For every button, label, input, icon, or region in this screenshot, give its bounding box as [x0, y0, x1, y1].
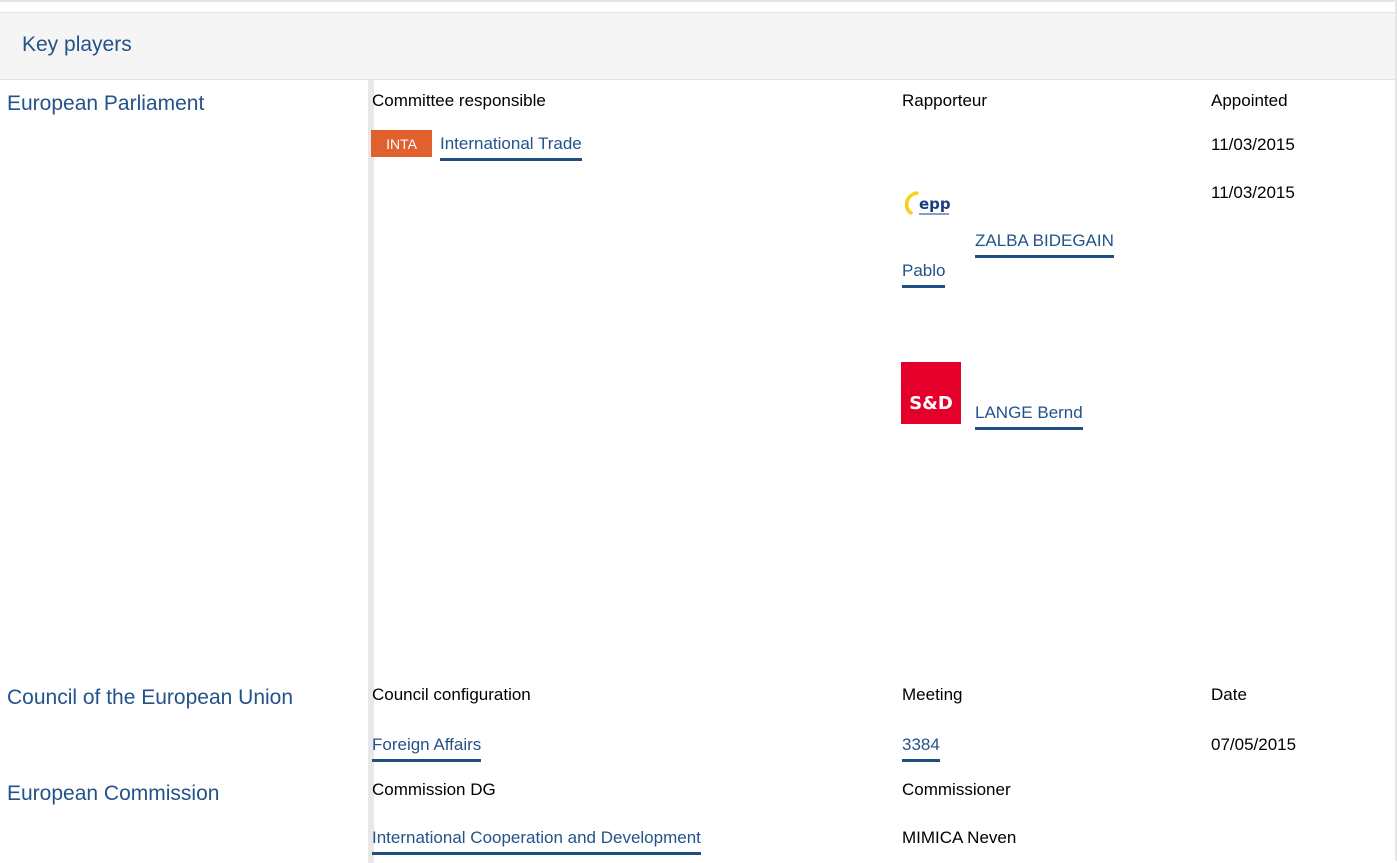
commission-dg-link[interactable]: International Cooperation and Developmen…	[372, 828, 701, 855]
col-header-commission-dg: Commission DG	[372, 780, 496, 799]
meeting-link[interactable]: 3384	[902, 735, 940, 762]
committee-appointed-date: 11/03/2015	[1211, 135, 1295, 154]
rapporteur-link-zalba-line1[interactable]: ZALBA BIDEGAIN	[975, 231, 1114, 258]
section-header: Key players	[0, 12, 1395, 80]
epp-logo-text: epp	[919, 195, 951, 213]
col-header-rapporteur: Rapporteur	[902, 91, 988, 110]
col-header-appointed: Appointed	[1211, 91, 1288, 110]
key-players-panel: Key players European Parliament Committe…	[0, 0, 1397, 863]
council-configuration-link[interactable]: Foreign Affairs	[372, 735, 482, 762]
rapporteur-link-lange[interactable]: LANGE Bernd	[975, 403, 1083, 430]
org-european-commission: European Commission	[7, 782, 220, 805]
section-title: Key players	[22, 33, 132, 56]
epp-logo: epp	[901, 187, 963, 237]
col-header-committee: Committee responsible	[372, 91, 546, 110]
rapporteur-appointed-date: 11/03/2015	[1211, 183, 1295, 202]
s-and-d-logo: S&D	[901, 362, 961, 424]
committee-link-international-trade[interactable]: International Trade	[440, 134, 582, 161]
committee-badge: INTA	[371, 130, 432, 157]
org-council: Council of the European Union	[7, 686, 294, 709]
col-header-meeting: Meeting	[902, 685, 963, 704]
org-european-parliament: European Parliament	[7, 92, 205, 115]
col-header-date: Date	[1211, 685, 1247, 704]
col-header-commissioner: Commissioner	[902, 780, 1011, 799]
meeting-date: 07/05/2015	[1211, 735, 1297, 754]
col-header-council-configuration: Council configuration	[372, 685, 531, 704]
commissioner-name: MIMICA Neven	[902, 828, 1017, 847]
rapporteur-link-zalba-line2[interactable]: Pablo	[902, 261, 946, 288]
